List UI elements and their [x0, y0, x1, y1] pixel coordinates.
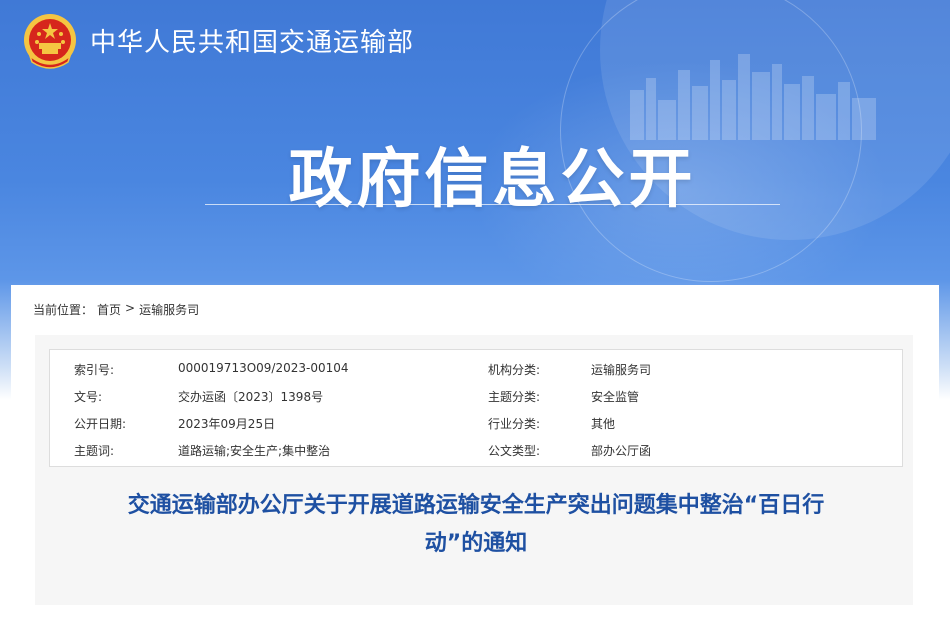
site-name[interactable]: 中华人民共和国交通运输部 — [90, 22, 414, 59]
breadcrumb-home-link[interactable]: 首页 — [97, 301, 121, 318]
metadata-value: 运输服务司 — [591, 363, 652, 377]
article-title-line: 动”的通知 — [424, 531, 528, 556]
city-skyline-graphic — [630, 54, 876, 140]
metadata-row: 公开日期: 2023年09月25日 行业分类: 其他 — [50, 410, 902, 437]
breadcrumb-separator: > — [125, 301, 136, 315]
metadata-row: 索引号: 000019713O09/2023-00104 机构分类: 运输服务司 — [50, 356, 902, 383]
metadata-key: 主题分类: — [488, 390, 541, 404]
metadata-row: 文号: 交办运函〔2023〕1398号 主题分类: 安全监管 — [50, 383, 902, 410]
metadata-key: 索引号: — [74, 363, 115, 377]
metadata-value: 其他 — [591, 417, 616, 431]
document-panel: 索引号: 000019713O09/2023-00104 机构分类: 运输服务司… — [35, 335, 913, 605]
metadata-key: 公开日期: — [74, 417, 127, 431]
metadata-key: 文号: — [74, 390, 103, 404]
breadcrumb: 当前位置： 首页 > 运输服务司 — [33, 301, 199, 318]
divider — [205, 204, 780, 205]
main-content: 当前位置： 首页 > 运输服务司 索引号: 000019713O09/2023-… — [11, 285, 939, 605]
metadata-value: 000019713O09/2023-00104 — [178, 361, 349, 375]
metadata-value: 部办公厅函 — [591, 444, 652, 458]
document-metadata-table: 索引号: 000019713O09/2023-00104 机构分类: 运输服务司… — [49, 349, 903, 467]
metadata-value: 安全监管 — [591, 390, 640, 404]
metadata-key: 机构分类: — [488, 363, 541, 377]
breadcrumb-department-link[interactable]: 运输服务司 — [139, 301, 199, 318]
metadata-value: 交办运函〔2023〕1398号 — [178, 390, 324, 404]
page-title: 政府信息公开 — [288, 143, 697, 217]
metadata-key: 行业分类: — [488, 417, 541, 431]
article-title: 交通运输部办公厅关于开展道路运输安全生产突出问题集中整治“百日行 动”的通知 — [49, 487, 903, 563]
metadata-value: 2023年09月25日 — [178, 417, 276, 431]
metadata-value: 道路运输;安全生产;集中整治 — [178, 444, 331, 458]
breadcrumb-label: 当前位置： — [33, 303, 94, 317]
metadata-key: 公文类型: — [488, 444, 541, 458]
metadata-key: 主题词: — [74, 444, 115, 458]
article-title-line: 交通运输部办公厅关于开展道路运输安全生产突出问题集中整治“百日行 — [127, 493, 825, 518]
national-emblem-icon — [24, 14, 76, 69]
metadata-row: 主题词: 道路运输;安全生产;集中整治 公文类型: 部办公厅函 — [50, 437, 902, 464]
